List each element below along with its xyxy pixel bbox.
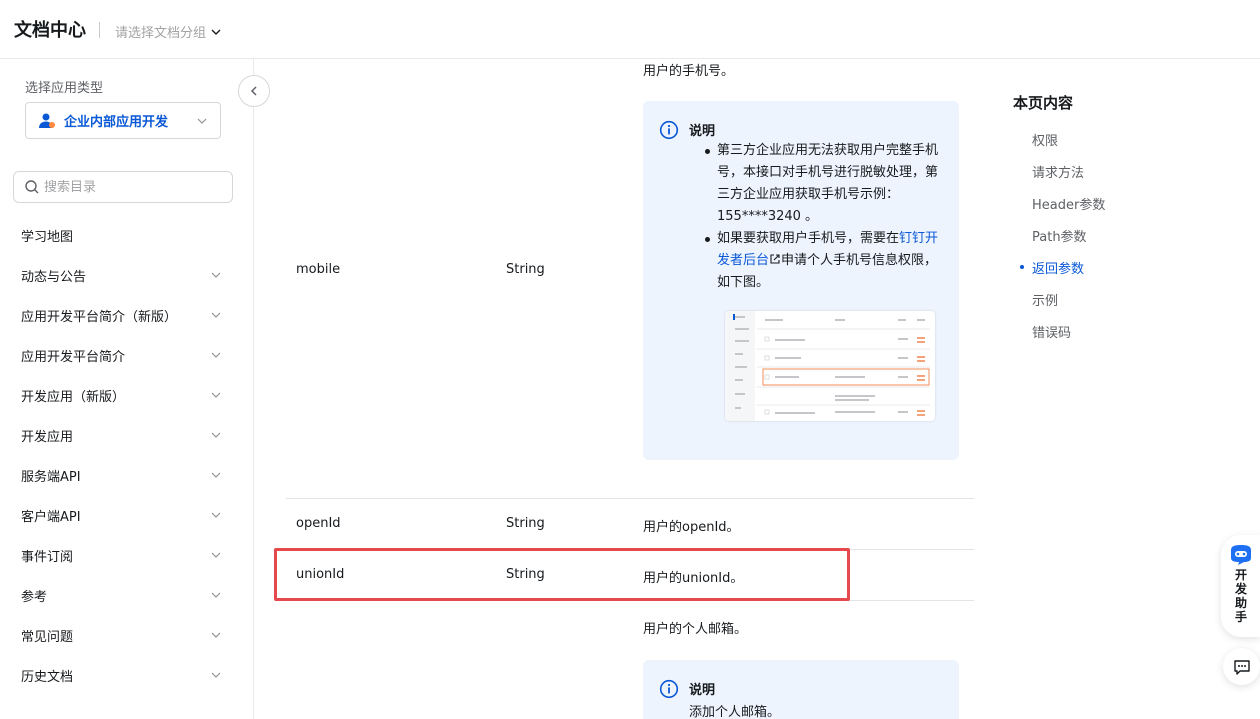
- top-bar: 文档中心 请选择文档分组: [0, 0, 1260, 59]
- external-link-icon: [770, 254, 780, 264]
- param-type: String: [506, 516, 545, 531]
- toc-item-error-codes[interactable]: 错误码: [1013, 315, 1213, 347]
- chevron-down-icon: [197, 118, 207, 124]
- search-input[interactable]: [44, 179, 214, 195]
- sidebar-item-label: 历史文档: [21, 669, 74, 685]
- dev-assistant-label: 开发助手: [1234, 568, 1247, 624]
- chevron-down-icon: [211, 552, 221, 558]
- note-box: 说明 添加个人邮箱。: [643, 660, 959, 719]
- permission-screenshot: [725, 311, 935, 421]
- param-name: mobile: [296, 262, 341, 277]
- collapse-sidebar-button[interactable]: [238, 75, 270, 107]
- chevron-down-icon: [211, 512, 221, 518]
- site-title[interactable]: 文档中心: [14, 16, 86, 42]
- sidebar-item-server-api[interactable]: 服务端API: [0, 455, 253, 495]
- robot-icon: [1231, 545, 1251, 565]
- sidebar-item-label: 参考: [21, 589, 48, 605]
- note-text: 添加个人邮箱。: [689, 705, 781, 719]
- page-toc: 本页内容 权限 请求方法 Header参数 Path参数 返回参数 示例 错误码: [1013, 92, 1213, 347]
- sidebar-item-history-docs[interactable]: 历史文档: [0, 655, 253, 695]
- sidebar-item-news[interactable]: 动态与公告: [0, 255, 253, 295]
- row-divider: [286, 498, 974, 499]
- sidebar-item-label: 常见问题: [21, 629, 74, 645]
- chevron-down-icon: [211, 432, 221, 438]
- sidebar-item-label: 开发应用: [21, 429, 74, 445]
- chat-icon: [1233, 659, 1250, 675]
- toc-item-request-method[interactable]: 请求方法: [1013, 155, 1213, 187]
- toc-item-permissions[interactable]: 权限: [1013, 123, 1213, 155]
- chevron-down-icon: [211, 312, 221, 318]
- toc-item-example[interactable]: 示例: [1013, 283, 1213, 315]
- sidebar-item-label: 客户端API: [21, 509, 81, 525]
- toc-item-return-params[interactable]: 返回参数: [1013, 251, 1213, 283]
- sidebar-item-label: 学习地图: [21, 229, 74, 245]
- chevron-down-icon: [211, 352, 221, 358]
- sidebar-item-label: 事件订阅: [21, 549, 74, 565]
- chevron-down-icon: [211, 632, 221, 638]
- chevron-left-icon: [250, 86, 257, 96]
- info-icon: [659, 120, 679, 140]
- chevron-down-icon: [211, 392, 221, 398]
- main-content: 用户的手机号。 mobile String 说明 第三方企业应用无法获取用户完整…: [255, 60, 985, 719]
- param-desc: 用户的手机号。: [643, 64, 735, 79]
- sidebar-item-label: 服务端API: [21, 469, 81, 485]
- sidebar-item-label: 开发应用（新版）: [21, 389, 126, 405]
- toc-item-header-params[interactable]: Header参数: [1013, 187, 1213, 219]
- search-icon: [25, 180, 39, 194]
- note-bullet-text: 第三方企业应用无法获取用户完整手机号，本接口对手机号进行脱敏处理，第三方企业应用…: [717, 143, 939, 224]
- note-title: 说明: [689, 683, 716, 698]
- note-box: 说明 第三方企业应用无法获取用户完整手机号，本接口对手机号进行脱敏处理，第三方企…: [643, 101, 959, 460]
- sidebar-item-label: 动态与公告: [21, 269, 87, 285]
- sidebar-item-label: 应用开发平台简介（新版）: [21, 309, 178, 325]
- sidebar-item-develop-app-new[interactable]: 开发应用（新版）: [0, 375, 253, 415]
- app-type-label: 选择应用类型: [25, 81, 104, 96]
- note-bullet-text: 如果要获取用户手机号，需要在: [717, 231, 900, 246]
- toc-item-path-params[interactable]: Path参数: [1013, 219, 1213, 251]
- chevron-down-icon: [211, 272, 221, 278]
- doc-group-select[interactable]: 请选择文档分组: [115, 22, 222, 41]
- sidebar-item-platform-intro[interactable]: 应用开发平台简介: [0, 335, 253, 375]
- app-type-value: 企业内部应用开发: [64, 115, 169, 130]
- app-type-select[interactable]: 企业内部应用开发: [25, 102, 221, 139]
- sidebar-item-reference[interactable]: 参考: [0, 575, 253, 615]
- highlight-box: [274, 548, 850, 601]
- param-desc: 用户的个人邮箱。: [643, 622, 748, 637]
- chevron-down-icon: [211, 672, 221, 678]
- permission-screenshot-graphic: [725, 311, 930, 421]
- sidebar-nav: 学习地图 动态与公告 应用开发平台简介（新版） 应用开发平台简介 开发应用（新版…: [0, 215, 253, 695]
- note-bullet: 如果要获取用户手机号，需要在钉钉开发者后台 申请个人手机号信息权限，如下图。: [681, 228, 943, 294]
- sidebar-item-event-subscription[interactable]: 事件订阅: [0, 535, 253, 575]
- sidebar-item-client-api[interactable]: 客户端API: [0, 495, 253, 535]
- param-desc: 用户的openId。: [643, 520, 740, 535]
- sidebar-item-platform-intro-new[interactable]: 应用开发平台简介（新版）: [0, 295, 253, 335]
- chat-button[interactable]: [1223, 648, 1260, 685]
- doc-group-placeholder: 请选择文档分组: [115, 26, 207, 41]
- sidebar-item-learning-map[interactable]: 学习地图: [0, 215, 253, 255]
- sidebar-item-faq[interactable]: 常见问题: [0, 615, 253, 655]
- chevron-down-icon: [211, 592, 221, 598]
- note-bullet: 第三方企业应用无法获取用户完整手机号，本接口对手机号进行脱敏处理，第三方企业应用…: [681, 140, 943, 228]
- dev-assistant-button[interactable]: 开发助手: [1221, 535, 1260, 637]
- user-icon: [39, 113, 55, 128]
- chevron-down-icon: [211, 29, 221, 35]
- info-icon: [659, 679, 679, 699]
- title-divider: [99, 22, 100, 38]
- sidebar-item-label: 应用开发平台简介: [21, 349, 126, 365]
- search-box[interactable]: [13, 171, 233, 203]
- toc-title: 本页内容: [1013, 94, 1074, 112]
- sidebar: 选择应用类型 企业内部应用开发 学习地图 动态与公告 应用开发平台简介（新版） …: [0, 59, 254, 719]
- note-title: 说明: [689, 124, 716, 139]
- chevron-down-icon: [211, 472, 221, 478]
- param-type: String: [506, 262, 545, 277]
- param-name: openId: [296, 516, 341, 531]
- sidebar-item-develop-app[interactable]: 开发应用: [0, 415, 253, 455]
- note-list: 第三方企业应用无法获取用户完整手机号，本接口对手机号进行脱敏处理，第三方企业应用…: [681, 140, 943, 294]
